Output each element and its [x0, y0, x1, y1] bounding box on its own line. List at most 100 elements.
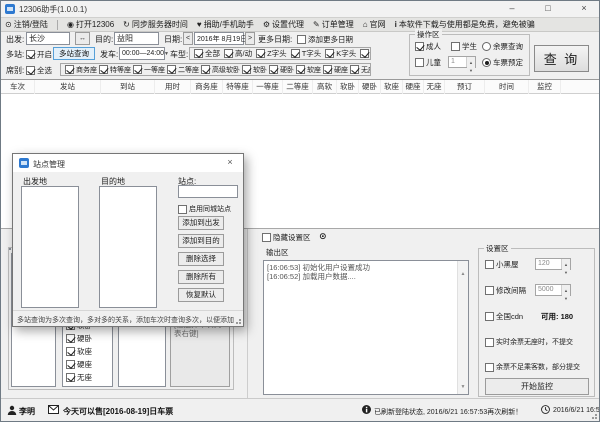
toolbar-open12306-button[interactable]: ◉ 打开12306 [67, 19, 114, 30]
date-next-button[interactable]: > [245, 32, 255, 45]
column-header[interactable]: 硬卧 [359, 80, 381, 95]
hide-settings-checkbox[interactable]: 隐藏设置区 [262, 232, 311, 243]
close-icon[interactable]: × [219, 156, 241, 170]
dialog-button[interactable]: 删除所有 [178, 270, 224, 284]
spinner-up-icon[interactable] [467, 57, 475, 65]
column-header[interactable]: 到站 [101, 80, 155, 95]
train-type-checkbox[interactable]: K字头 [325, 48, 356, 59]
train-type-checkbox[interactable]: 全部 [194, 48, 220, 59]
cdn-checkbox[interactable]: 全国cdn [485, 311, 523, 322]
interval-checkbox[interactable]: 修改间隔 [485, 285, 526, 296]
train-type-checkbox[interactable]: 其他 [360, 48, 370, 59]
spinner-down-icon[interactable] [562, 267, 570, 275]
column-header[interactable]: 车次 [1, 80, 35, 95]
dest-input[interactable] [114, 32, 159, 45]
column-header[interactable]: 高软 [313, 80, 337, 95]
swap-stations-button[interactable]: ↔ [75, 32, 90, 45]
seat-class-checkbox[interactable]: 软座 [296, 65, 321, 75]
spinner-up-icon[interactable] [562, 259, 570, 267]
train-type-checkbox[interactable]: 高/动 [224, 48, 252, 59]
circle-dot-icon[interactable]: ⊙ [319, 231, 327, 241]
add-more-dates-checkbox[interactable]: 添加更多日期 [297, 34, 353, 45]
seat-class-checkbox[interactable]: 一等座 [133, 65, 165, 75]
seat-class-checkbox[interactable]: 特等座 [99, 65, 131, 75]
column-header[interactable]: 二等座 [283, 80, 313, 95]
column-header[interactable]: 硬座 [403, 80, 424, 95]
column-header[interactable]: 软卧 [337, 80, 359, 95]
start-monitor-button[interactable]: 开始监控 [485, 378, 589, 395]
seat-class-checkbox[interactable]: 二等座 [167, 65, 199, 75]
minimize-icon[interactable]: – [501, 2, 523, 16]
child-checkbox[interactable]: 儿童 [415, 57, 441, 68]
dialog-button[interactable]: 添加到出发 [178, 216, 224, 230]
black-room-checkbox[interactable]: 小黑屋 [485, 259, 519, 270]
dialog-button[interactable]: 删除选择 [178, 252, 224, 266]
multi-station-enable-checkbox[interactable]: 开启 [26, 49, 52, 60]
from-stations-listbox[interactable] [21, 186, 79, 308]
black-room-stepper[interactable]: 120 [535, 258, 571, 275]
toolbar-logout-button[interactable]: ⊙ 注销/登陆 [5, 19, 48, 30]
remaining-ticket-radio[interactable]: 余票查询 [482, 41, 523, 52]
toolbar-orders-button[interactable]: ✎ 订单管理 [313, 19, 354, 30]
scroll-up-icon[interactable] [458, 262, 468, 280]
swap-icon: ↔ [79, 35, 86, 42]
spinner-up-icon[interactable] [562, 285, 570, 293]
column-header[interactable]: 商务座 [191, 80, 223, 95]
output-log[interactable]: [16:06:53] 初始化用户设置成功 [16:06:52] 加载用户数据...… [263, 260, 469, 395]
scroll-down-icon[interactable] [458, 375, 468, 393]
column-header[interactable]: 特等座 [223, 80, 253, 95]
power-icon: ⊙ [5, 19, 12, 29]
maximize-icon[interactable]: □ [537, 2, 559, 16]
seat-class-checkbox[interactable]: 硬卧 [269, 65, 294, 75]
column-header[interactable]: 监控 [529, 80, 561, 95]
seat-filter-checkbox[interactable]: 硬卧 [66, 333, 112, 344]
dialog-title-bar[interactable]: 站点管理 × [13, 154, 243, 172]
seat-all-checkbox[interactable]: 全选 [26, 65, 52, 76]
multi-station-query-button[interactable]: 多站查询 [53, 47, 95, 60]
toolbar-website-button[interactable]: ⌂ 官网 [363, 19, 386, 30]
partial-submit-checkbox[interactable]: 余票不足乘客数，部分提交 [485, 362, 580, 372]
adult-checkbox[interactable]: 成人 [415, 41, 441, 52]
output-scrollbar[interactable] [457, 261, 468, 394]
seat-class-checkbox[interactable]: 高级软卧 [201, 65, 240, 75]
seat-filter-checkbox[interactable]: 软座 [66, 346, 112, 357]
column-header[interactable]: 发站 [35, 80, 101, 95]
book-ticket-radio[interactable]: 车票预定 [482, 57, 523, 68]
same-city-checkbox[interactable]: 启用同城站点 [178, 204, 231, 214]
to-stations-listbox[interactable] [99, 186, 157, 308]
interval-stepper[interactable]: 5000 [535, 284, 571, 301]
station-input[interactable] [178, 185, 238, 198]
column-header[interactable]: 用时 [155, 80, 191, 95]
seat-class-checkbox[interactable]: 硬座 [323, 65, 348, 75]
column-header[interactable]: 预订 [445, 80, 485, 95]
column-header[interactable]: 一等座 [253, 80, 283, 95]
resize-grip-icon[interactable] [589, 411, 597, 419]
dialog-button[interactable]: 恢复默认 [178, 288, 224, 302]
no-seat-no-submit-checkbox[interactable]: 实时余票无座时，不提交 [485, 337, 573, 347]
query-button[interactable]: 查 询 [534, 45, 589, 72]
student-checkbox[interactable]: 学生 [451, 41, 477, 52]
toolbar-proxy-button[interactable]: ⚙ 设置代理 [263, 19, 304, 30]
date-prev-button[interactable]: < [183, 32, 193, 45]
seat-filter-checkbox[interactable]: 硬座 [66, 359, 112, 370]
seat-class-checkbox[interactable]: 软卧 [242, 65, 267, 75]
seat-class-checkbox[interactable]: 商务座 [65, 65, 97, 75]
train-type-checkbox[interactable]: Z字头 [256, 48, 287, 59]
train-type-checkbox[interactable]: T字头 [290, 48, 321, 59]
seat-class-checkbox[interactable]: 无座 [350, 65, 370, 75]
toolbar-donate-button[interactable]: ♥ 捐助/手机助手 [197, 19, 254, 30]
spinner-down-icon[interactable] [467, 65, 475, 73]
child-count-stepper[interactable]: 1 [448, 56, 476, 73]
close-icon[interactable]: × [573, 2, 595, 16]
resize-grip-icon[interactable] [233, 316, 241, 324]
column-header[interactable]: 无座 [424, 80, 445, 95]
seat-filter-checkbox[interactable]: 无座 [66, 372, 112, 383]
depart-time-select[interactable]: 00:00—24:00 [119, 47, 165, 60]
dialog-button[interactable]: 添加到目的 [178, 234, 224, 248]
spinner-down-icon[interactable] [562, 293, 570, 301]
date-select[interactable]: 2016年 8月19日 [194, 32, 247, 45]
column-header[interactable]: 软座 [381, 80, 403, 95]
toolbar-sync-time-button[interactable]: ↻ 同步服务器时间 [123, 19, 188, 30]
depart-input[interactable] [26, 32, 70, 45]
column-header[interactable]: 时间 [485, 80, 529, 95]
